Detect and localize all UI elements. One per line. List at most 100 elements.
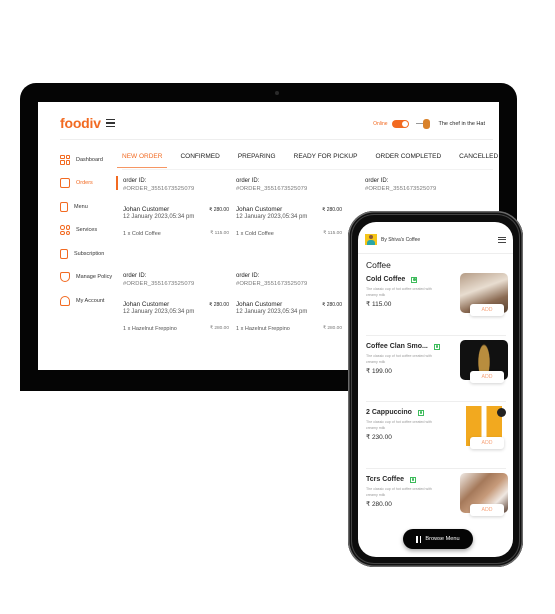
cutlery-icon bbox=[416, 535, 422, 543]
order-date: 12 January 2023,05:34 pm bbox=[236, 309, 308, 315]
selected-order-marker bbox=[116, 176, 118, 190]
customer-name: Johan Customer bbox=[236, 301, 283, 308]
veg-icon bbox=[410, 476, 416, 483]
customer-name: Johan Customer bbox=[236, 206, 283, 213]
camera-dot bbox=[275, 91, 279, 95]
header-left: foodiv bbox=[60, 115, 115, 131]
sidebar-item-label: Subscription bbox=[74, 250, 105, 257]
sidebar-item-label: Services bbox=[76, 227, 98, 234]
mobile-phone: By Shiva's Coffee Coffee Cold Coffee The… bbox=[348, 211, 523, 567]
sidebar-item-orders[interactable]: Orders bbox=[60, 172, 120, 196]
order-date: 12 January 2023,05:34 pm bbox=[123, 214, 195, 220]
menu-item-name: Cold Coffee bbox=[366, 276, 406, 283]
section-title: Coffee bbox=[366, 260, 391, 270]
add-button[interactable]: ADD bbox=[470, 437, 504, 449]
sidebar-item-subscription[interactable]: Subscription bbox=[60, 242, 120, 266]
order-date: 12 January 2023,05:34 pm bbox=[236, 214, 308, 220]
online-status-label: Online bbox=[373, 121, 388, 127]
sidebar-item-label: Dashboard bbox=[76, 156, 103, 163]
add-button[interactable]: ADD bbox=[470, 504, 504, 516]
veg-icon bbox=[411, 276, 418, 283]
order-id: #ORDER_3551673525079 bbox=[123, 281, 195, 287]
order-card[interactable]: order ID: #ORDER_3551673525079 Johan Cus… bbox=[123, 273, 229, 332]
order-item: 1 x Cold Coffee bbox=[236, 231, 274, 237]
add-button[interactable]: ADD bbox=[470, 304, 504, 316]
toggle-knob bbox=[401, 121, 408, 127]
order-id-label: order ID: bbox=[236, 178, 260, 184]
store-name: By Shiva's Coffee bbox=[381, 236, 421, 243]
menu-item-name: Tcrs Coffee bbox=[366, 476, 404, 483]
order-card[interactable]: order ID: #ORDER_3551673525079 Johan Cus… bbox=[123, 178, 229, 237]
tab-cancelled[interactable]: CANCELLED bbox=[459, 150, 498, 168]
order-id-label: order ID: bbox=[123, 178, 147, 184]
order-id-label: order ID: bbox=[123, 273, 147, 279]
order-item-price: ₹ 115.00 bbox=[323, 231, 342, 236]
hamburger-menu-icon[interactable] bbox=[498, 236, 506, 243]
chef-avatar-icon[interactable] bbox=[415, 119, 432, 129]
hamburger-menu-icon[interactable] bbox=[105, 119, 115, 127]
order-card[interactable]: order ID: #ORDER_3551673525079 Johan Cus… bbox=[236, 273, 342, 332]
customer-name: Johan Customer bbox=[123, 206, 170, 213]
order-item: 1 x Hazelnut Freppino bbox=[236, 326, 290, 332]
sidebar-item-label: Menu bbox=[74, 203, 88, 210]
user-icon bbox=[60, 295, 70, 306]
chef-name[interactable]: The chef in the Hat bbox=[439, 121, 485, 127]
order-total: ₹ 280.00 bbox=[322, 302, 342, 308]
menu-item-description: The classic cup of hot coffee created wi… bbox=[366, 354, 432, 364]
veg-icon bbox=[433, 343, 440, 350]
logo[interactable]: foodiv bbox=[60, 115, 101, 131]
menu-item-description: The classic cup of hot coffee created wi… bbox=[366, 487, 432, 497]
order-id-label: order ID: bbox=[236, 273, 260, 279]
tabs-divider bbox=[122, 169, 493, 170]
item-divider bbox=[366, 468, 506, 469]
menu-item-name: Coffee Clan Smo... bbox=[366, 343, 428, 350]
tab-confirmed[interactable]: CONFIRMED bbox=[180, 150, 219, 168]
sidebar-item-menu[interactable]: Menu bbox=[60, 195, 120, 219]
store-avatar-icon bbox=[365, 234, 377, 245]
shield-icon bbox=[60, 272, 70, 283]
tab-order-completed[interactable]: ORDER COMPLETED bbox=[375, 150, 441, 168]
menu-item: Coffee Clan Smo... The classic cup of ho… bbox=[366, 340, 508, 407]
services-icon bbox=[60, 225, 70, 236]
order-id-label: order ID: bbox=[365, 178, 389, 184]
order-card[interactable]: order ID: #ORDER_3551673525079 Johan Cus… bbox=[236, 178, 342, 237]
order-item-price: ₹ 115.00 bbox=[210, 231, 229, 236]
tab-ready-for-pickup[interactable]: READY FOR PICKUP bbox=[294, 150, 358, 168]
menu-item-name: 2 Cappuccino bbox=[366, 409, 412, 416]
sidebar-item-my-account[interactable]: My Account bbox=[60, 289, 120, 313]
menu-icon bbox=[60, 201, 68, 212]
sidebar: Dashboard Orders Menu Services Subscript… bbox=[60, 148, 120, 313]
header-divider bbox=[60, 139, 493, 140]
browse-menu-button[interactable]: Browse Menu bbox=[403, 529, 473, 549]
menu-item: Cold Coffee The classic cup of hot coffe… bbox=[366, 273, 508, 340]
phone-screen: By Shiva's Coffee Coffee Cold Coffee The… bbox=[358, 222, 513, 557]
order-total: ₹ 280.00 bbox=[209, 207, 229, 213]
order-total: ₹ 280.00 bbox=[209, 302, 229, 308]
order-status-tabs: NEW ORDER CONFIRMED PREPARING READY FOR … bbox=[116, 150, 498, 168]
veg-icon bbox=[417, 409, 424, 416]
order-total: ₹ 280.00 bbox=[322, 207, 342, 213]
order-item: 1 x Hazelnut Freppino bbox=[123, 326, 177, 332]
customer-name: Johan Customer bbox=[123, 301, 170, 308]
orders-icon bbox=[60, 178, 70, 189]
order-id: #ORDER_3551673525079 bbox=[365, 186, 437, 192]
online-toggle[interactable] bbox=[391, 120, 409, 128]
sidebar-item-label: Manage Policy bbox=[76, 274, 113, 281]
order-item-price: ₹ 280.00 bbox=[322, 326, 342, 331]
order-item-price: ₹ 280.00 bbox=[209, 326, 229, 331]
sidebar-item-manage-policy[interactable]: Manage Policy bbox=[60, 266, 120, 290]
tab-preparing[interactable]: PREPARING bbox=[238, 150, 276, 168]
order-card[interactable]: order ID: #ORDER_3551673525079 bbox=[365, 178, 471, 192]
sidebar-item-services[interactable]: Services bbox=[60, 219, 120, 243]
tab-new-order[interactable]: NEW ORDER bbox=[116, 150, 168, 168]
add-button[interactable]: ADD bbox=[470, 371, 504, 383]
sidebar-item-label: My Account bbox=[76, 297, 105, 304]
order-id: #ORDER_3551673525079 bbox=[236, 186, 308, 192]
subscription-icon bbox=[60, 248, 68, 259]
browse-menu-label: Browse Menu bbox=[425, 536, 460, 542]
menu-item: 2 Cappuccino The classic cup of hot coff… bbox=[366, 406, 508, 473]
menu-item-description: The classic cup of hot coffee created wi… bbox=[366, 420, 432, 430]
order-id: #ORDER_3551673525079 bbox=[123, 186, 195, 192]
order-item: 1 x Cold Coffee bbox=[123, 231, 161, 237]
sidebar-item-dashboard[interactable]: Dashboard bbox=[60, 148, 120, 172]
